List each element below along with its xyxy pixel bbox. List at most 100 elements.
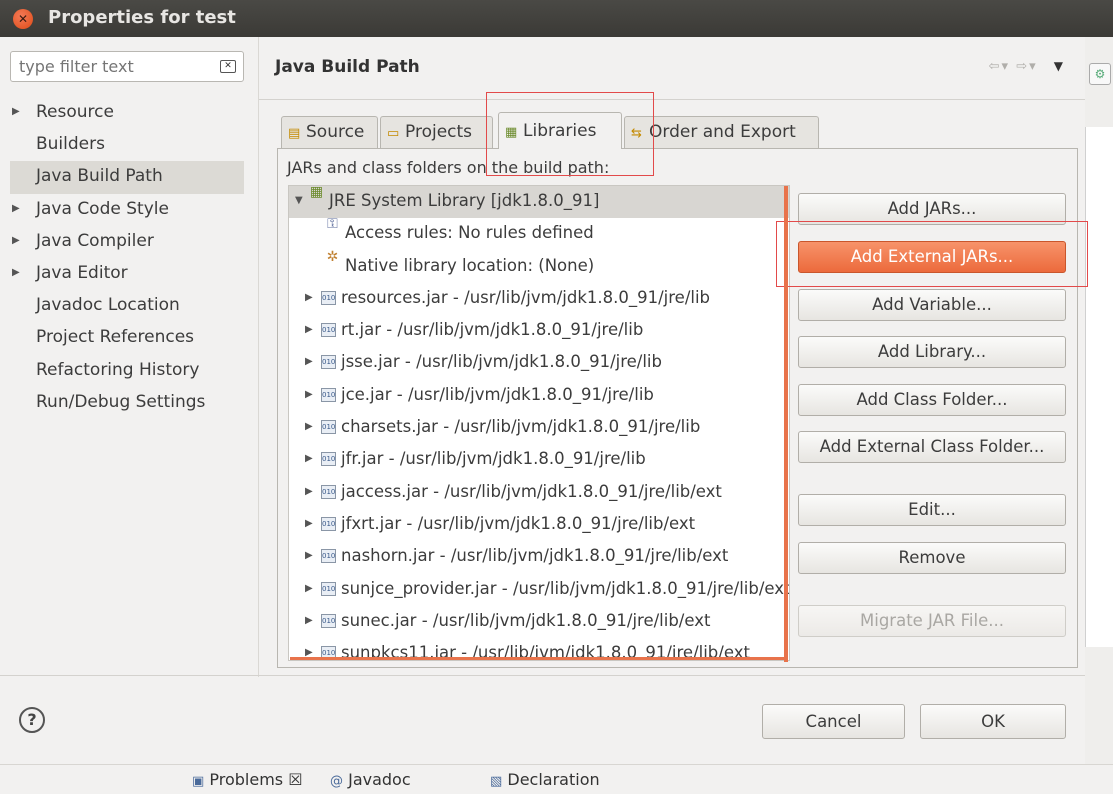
jar-icon: 010 bbox=[321, 581, 336, 596]
nav-item-builders[interactable]: Builders bbox=[10, 129, 244, 161]
jar-icon: 010 bbox=[321, 355, 336, 370]
expand-arrow-icon[interactable]: ▶ bbox=[12, 226, 20, 256]
tree-row[interactable]: ▶ 010 jce.jar - /usr/lib/jvm/jdk1.8.0_91/j… bbox=[289, 380, 789, 412]
tab-source[interactable]: ▤ Source bbox=[281, 116, 378, 148]
tree-row-label: JRE System Library [jdk1.8.0_91] bbox=[329, 191, 600, 210]
jar-icon: 010 bbox=[321, 290, 336, 305]
expand-arrow-icon[interactable]: ▶ bbox=[305, 315, 313, 345]
nav-item-java-editor[interactable]: ▶ Java Editor bbox=[10, 258, 244, 290]
filter-field[interactable]: ✕ bbox=[10, 51, 244, 82]
libraries-panel: JARs and class folders on the build path… bbox=[277, 148, 1078, 668]
tree-row-label: jsse.jar - /usr/lib/jvm/jdk1.8.0_91/jre/… bbox=[341, 352, 662, 372]
view-tab-javadoc[interactable]: @ Javadoc bbox=[330, 768, 411, 794]
add-class-folder-button[interactable]: Add Class Folder... bbox=[798, 384, 1066, 416]
nav-item-resource[interactable]: ▶ Resource bbox=[10, 97, 244, 129]
annotation-orange-horizontal-line bbox=[290, 657, 788, 660]
nav-item-run-debug-settings[interactable]: Run/Debug Settings bbox=[10, 387, 244, 419]
filter-input[interactable] bbox=[17, 55, 197, 78]
collapse-arrow-icon[interactable]: ▼ bbox=[295, 186, 303, 216]
header-divider bbox=[259, 99, 1085, 100]
order-export-icon: ⇆ bbox=[631, 126, 642, 141]
expand-arrow-icon[interactable]: ▶ bbox=[12, 97, 20, 127]
nav-item-project-references[interactable]: Project References bbox=[10, 322, 244, 354]
view-tab-problems[interactable]: ▣ Problems ☒ bbox=[192, 768, 303, 794]
perspective-icon[interactable]: ⚙ bbox=[1089, 63, 1111, 85]
tree-row[interactable]: ▶ 010 rt.jar - /usr/lib/jvm/jdk1.8.0_91/jr… bbox=[289, 315, 789, 347]
close-icon[interactable]: ✕ bbox=[13, 9, 33, 29]
expand-arrow-icon[interactable]: ▶ bbox=[305, 606, 313, 636]
jar-icon: 010 bbox=[321, 613, 336, 628]
tree-row[interactable]: ▶ 010 nashorn.jar - /usr/lib/jvm/jdk1.8.0_… bbox=[289, 541, 789, 573]
clear-filter-icon[interactable]: ✕ bbox=[220, 60, 236, 73]
tab-libraries[interactable]: ▦ Libraries bbox=[498, 112, 622, 149]
tree-row-label: sunec.jar - /usr/lib/jvm/jdk1.8.0_91/jre… bbox=[341, 610, 711, 630]
add-library-button[interactable]: Add Library... bbox=[798, 336, 1066, 368]
nav-item-label: Javadoc Location bbox=[36, 295, 180, 316]
view-menu-icon[interactable]: ▼ bbox=[1054, 59, 1065, 73]
jar-icon: 010 bbox=[321, 452, 336, 467]
jar-icon: 010 bbox=[321, 323, 336, 338]
tree-row-label: sunjce_provider.jar - /usr/lib/jvm/jdk1.… bbox=[341, 578, 790, 598]
projects-icon: ▭ bbox=[387, 126, 400, 141]
tree-row[interactable]: ▶ 010 sunec.jar - /usr/lib/jvm/jdk1.8.0_91… bbox=[289, 606, 789, 638]
tree-row[interactable]: ⚿ Access rules: No rules defined bbox=[289, 217, 789, 250]
properties-nav: ▶ Resource Builders Java Build Path ▶ Java Co… bbox=[10, 97, 244, 419]
nav-item-java-code-style[interactable]: ▶ Java Code Style bbox=[10, 194, 244, 226]
expand-arrow-icon[interactable]: ▶ bbox=[305, 412, 313, 442]
expand-arrow-icon[interactable]: ▶ bbox=[305, 347, 313, 377]
tab-projects[interactable]: ▭ Projects bbox=[380, 116, 493, 148]
jar-icon: 010 bbox=[321, 387, 336, 402]
nav-item-label: Resource bbox=[36, 102, 114, 122]
expand-arrow-icon[interactable]: ▶ bbox=[305, 380, 313, 410]
tree-row[interactable]: ▶ 010 jaccess.jar - /usr/lib/jvm/jdk1.8.0_… bbox=[289, 477, 789, 509]
nav-item-label: Java Editor bbox=[36, 262, 128, 283]
properties-dialog: ✕ ▶ Resource Builders Java Build Path ▶ Java … bbox=[0, 37, 1085, 764]
tab-order-and-export[interactable]: ⇆ Order and Export bbox=[624, 116, 819, 148]
expand-arrow-icon[interactable]: ▶ bbox=[305, 283, 313, 313]
back-icon[interactable]: ⇦▾ bbox=[989, 59, 1010, 74]
tree-row[interactable]: ▶ 010 resources.jar - /usr/lib/jvm/jdk1.8.… bbox=[289, 283, 789, 315]
expand-arrow-icon[interactable]: ▶ bbox=[12, 258, 20, 288]
nav-item-java-compiler[interactable]: ▶ Java Compiler bbox=[10, 226, 244, 258]
forward-icon[interactable]: ⇨▾ bbox=[1016, 59, 1037, 74]
view-tab-declaration[interactable]: ▧ Declaration bbox=[490, 768, 600, 794]
sash-divider[interactable] bbox=[258, 37, 259, 677]
expand-arrow-icon[interactable]: ▶ bbox=[305, 509, 313, 539]
nav-item-refactoring-history[interactable]: Refactoring History bbox=[10, 355, 244, 387]
tree-row[interactable]: ▶ 010 charsets.jar - /usr/lib/jvm/jdk1.8.0… bbox=[289, 412, 789, 444]
add-variable-button[interactable]: Add Variable... bbox=[798, 289, 1066, 321]
tree-row-label: jfxrt.jar - /usr/lib/jvm/jdk1.8.0_91/jre… bbox=[341, 513, 696, 533]
library-tree[interactable]: ▼ ▦ JRE System Library [jdk1.8.0_91] ⚿ Acces… bbox=[288, 185, 790, 661]
tree-row[interactable]: ▼ ▦ JRE System Library [jdk1.8.0_91] bbox=[289, 186, 789, 219]
expand-arrow-icon[interactable]: ▶ bbox=[305, 477, 313, 507]
tree-row[interactable]: ✲ Native library location: (None) bbox=[289, 250, 789, 283]
edit-button[interactable]: Edit... bbox=[798, 494, 1066, 526]
jar-icon: 010 bbox=[321, 549, 336, 564]
expand-arrow-icon[interactable]: ▶ bbox=[305, 444, 313, 474]
tree-row[interactable]: ▶ 010 jfr.jar - /usr/lib/jvm/jdk1.8.0_91/j… bbox=[289, 444, 789, 476]
history-nav: ⇦▾ ⇨▾ ▼ bbox=[989, 59, 1065, 74]
javadoc-icon: @ bbox=[330, 774, 343, 789]
expand-arrow-icon[interactable]: ▶ bbox=[305, 574, 313, 604]
tree-row-label: nashorn.jar - /usr/lib/jvm/jdk1.8.0_91/j… bbox=[341, 546, 729, 566]
nav-item-label: Java Build Path bbox=[36, 166, 163, 187]
tree-row[interactable]: ▶ 010 jfxrt.jar - /usr/lib/jvm/jdk1.8.0_91… bbox=[289, 509, 789, 541]
jar-icon: 010 bbox=[321, 516, 336, 531]
remove-button[interactable]: Remove bbox=[798, 542, 1066, 574]
cancel-button[interactable]: Cancel bbox=[762, 704, 905, 739]
tree-row-label: jaccess.jar - /usr/lib/jvm/jdk1.8.0_91/j… bbox=[341, 481, 722, 501]
ok-button[interactable]: OK bbox=[920, 704, 1066, 739]
tree-row-label: charsets.jar - /usr/lib/jvm/jdk1.8.0_91/… bbox=[341, 417, 701, 437]
nav-item-java-build-path[interactable]: Java Build Path bbox=[10, 161, 244, 194]
close-tab-icon[interactable]: ☒ bbox=[288, 770, 302, 789]
add-external-jars-button[interactable]: Add External JARs... bbox=[798, 241, 1066, 273]
expand-arrow-icon[interactable]: ▶ bbox=[305, 541, 313, 571]
nav-item-javadoc-location[interactable]: Javadoc Location bbox=[10, 290, 244, 322]
add-external-class-folder-button[interactable]: Add External Class Folder... bbox=[798, 431, 1066, 463]
libraries-icon: ▦ bbox=[505, 125, 518, 140]
add-jars-button[interactable]: Add JARs... bbox=[798, 193, 1066, 225]
help-icon[interactable]: ? bbox=[19, 707, 45, 733]
expand-arrow-icon[interactable]: ▶ bbox=[12, 194, 20, 224]
tree-row[interactable]: ▶ 010 jsse.jar - /usr/lib/jvm/jdk1.8.0_91/… bbox=[289, 347, 789, 379]
tree-row[interactable]: ▶ 010 sunjce_provider.jar - /usr/lib/jvm/j… bbox=[289, 574, 789, 606]
